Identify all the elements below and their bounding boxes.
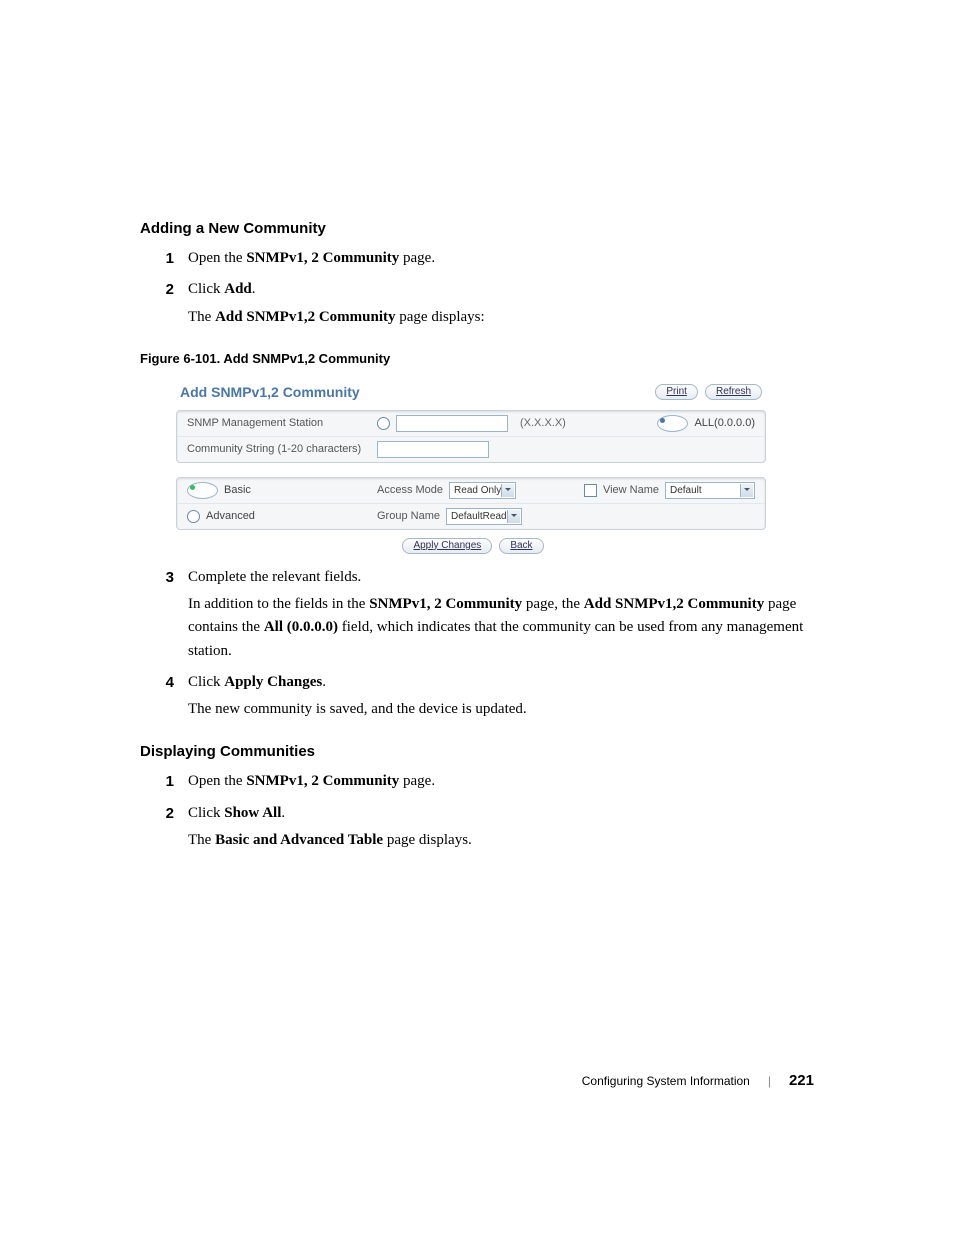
radio-specific-ip[interactable] [377,417,390,430]
chevron-down-icon [740,484,753,497]
select-access-mode[interactable]: Read Only [449,482,516,499]
step-text: Click Apply Changes. [188,671,527,694]
steps-adding: 1 Open the SNMPv1, 2 Community page. 2 C… [140,247,814,333]
panel-mode: Basic Access Mode Read Only View Name De… [176,477,766,530]
step-number: 3 [140,566,188,667]
panel-station: SNMP Management Station (X.X.X.X) ALL(0.… [176,410,766,463]
screenshot-add-snmp-community: Add SNMPv1,2 Community Print Refresh SNM… [176,380,766,554]
steps-displaying: 1 Open the SNMPv1, 2 Community page. 2 C… [140,770,814,856]
step-text: In addition to the fields in the SNMPv1,… [188,593,814,663]
back-button[interactable]: Back [499,538,543,554]
step-text: Click Add. [188,278,485,301]
label-community-string: Community String (1-20 characters) [187,443,377,455]
label-all-ip: ALL(0.0.0.0) [694,417,755,429]
step-text: The new community is saved, and the devi… [188,698,527,721]
step-number: 1 [140,247,188,274]
label-view-name: View Name [603,484,659,496]
input-community-string[interactable] [377,441,489,458]
hint-ip-format: (X.X.X.X) [520,417,566,429]
label-basic: Basic [224,484,251,496]
chevron-down-icon [507,510,520,523]
label-snmp-station: SNMP Management Station [187,417,377,429]
step-text: The Add SNMPv1,2 Community page displays… [188,306,485,329]
step-number: 4 [140,671,188,726]
step-text: Click Show All. [188,802,472,825]
refresh-button[interactable]: Refresh [705,384,762,400]
select-group-name[interactable]: DefaultRead [446,508,522,525]
step-text: Open the SNMPv1, 2 Community page. [188,247,435,270]
figure-caption: Figure 6-101. Add SNMPv1,2 Community [140,351,814,366]
input-ip-address[interactable] [396,415,508,432]
footer-page-number: 221 [789,1072,814,1089]
step-number: 2 [140,278,188,333]
chevron-down-icon [501,484,514,497]
step-text: Open the SNMPv1, 2 Community page. [188,770,435,793]
label-group-name: Group Name [377,510,440,522]
footer-chapter: Configuring System Information [582,1074,750,1088]
footer-separator: | [768,1074,771,1088]
heading-adding-community: Adding a New Community [140,220,814,237]
step-text: The Basic and Advanced Table page displa… [188,829,472,852]
radio-all-ip[interactable] [657,415,688,432]
heading-displaying-communities: Displaying Communities [140,743,814,760]
steps-adding-cont: 3 Complete the relevant fields. In addit… [140,566,814,726]
apply-changes-button[interactable]: Apply Changes [402,538,492,554]
page-footer: Configuring System Information | 221 [582,1072,814,1089]
step-number: 1 [140,770,188,797]
checkbox-view-name[interactable] [584,484,597,497]
step-number: 2 [140,802,188,857]
radio-advanced[interactable] [187,510,200,523]
label-advanced: Advanced [206,510,255,522]
radio-basic[interactable] [187,482,218,499]
print-button[interactable]: Print [655,384,698,400]
step-text: Complete the relevant fields. [188,566,814,589]
screenshot-title: Add SNMPv1,2 Community [180,384,360,400]
select-view-name[interactable]: Default [665,482,755,499]
label-access-mode: Access Mode [377,484,443,496]
